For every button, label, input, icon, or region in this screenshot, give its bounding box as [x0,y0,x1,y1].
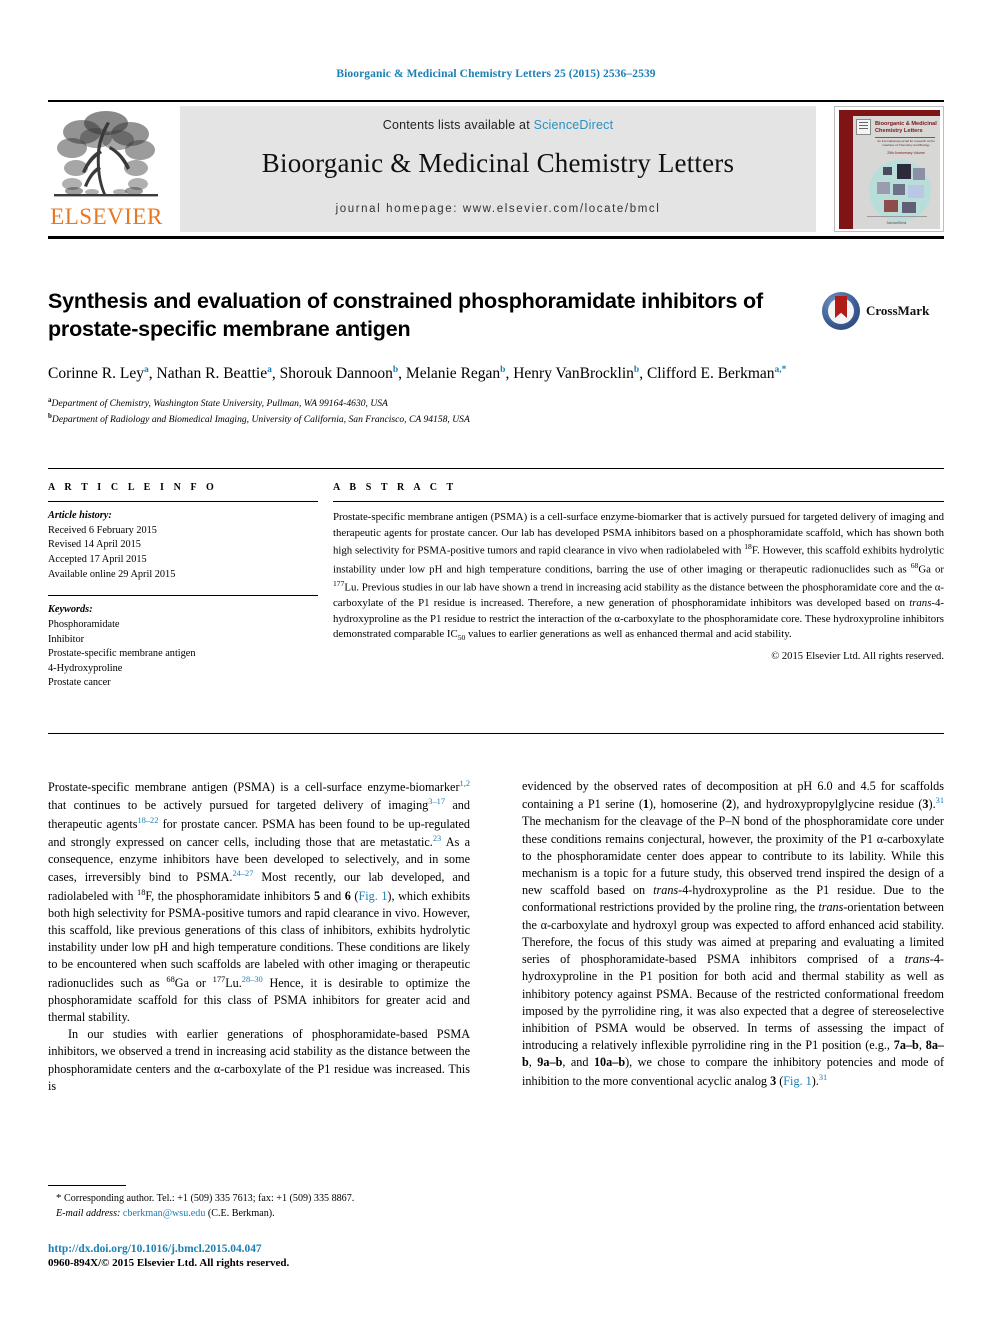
article-info-heading: A R T I C L E I N F O [48,482,218,493]
issn-copyright-line: 0960-894X/© 2015 Elsevier Ltd. All right… [48,1257,290,1269]
abstract-heading: A B S T R A C T [333,482,457,493]
journal-banner: Contents lists available at ScienceDirec… [180,106,816,232]
history-item: Available online 29 April 2015 [48,568,176,580]
keywords-divider [48,595,318,597]
history-item: Received 6 February 2015 [48,524,157,536]
keywords-label: Keywords: [48,604,93,616]
cover-graphic-circle [869,160,931,222]
abstract-rule [333,501,944,503]
masthead-bottom-rule [48,236,944,239]
cover-footer-rule [867,216,927,217]
cover-rule [875,137,935,138]
abstract-section: A B S T R A C T Prostate-specific membra… [333,469,944,662]
keyword-item: Prostate cancer [48,677,111,689]
article-info-rule [48,501,318,503]
keyword-item: 4-Hydroxyproline [48,662,123,674]
journal-article-page: Bioorganic & Medicinal Chemistry Letters… [0,0,992,1323]
journal-homepage-link[interactable]: journal homepage: www.elsevier.com/locat… [180,203,816,215]
cover-chip [908,185,924,198]
body-column-right: evidenced by the observed rates of decom… [522,779,945,1088]
cover-topbar [853,110,940,116]
article-history: Article history: Received 6 February 201… [48,509,318,582]
cover-volume-note: 25th Anniversary Volume [887,151,925,155]
page-title: Synthesis and evaluation of constrained … [48,289,763,341]
journal-title: Bioorganic & Medicinal Chemistry Letters [261,148,735,178]
crossmark-label: CrossMark [866,303,930,318]
keyword-item: Phosphoramidate [48,618,120,630]
history-item: Revised 14 April 2015 [48,539,141,551]
doi-link[interactable]: http://dx.doi.org/10.1016/j.bmcl.2015.04… [48,1243,568,1255]
crossmark-icon [822,292,860,330]
cover-subtitle: An international journal for research at… [877,139,935,148]
abstract-text: Prostate-specific membrane antigen (PSMA… [333,511,945,643]
crossmark-badge[interactable]: CrossMark [822,292,930,332]
history-item: Accepted 17 April 2015 [48,554,147,566]
author-list: Corinne R. Leya, Nathan R. Beattiea, Sho… [48,364,787,382]
elsevier-wordmark: ELSEVIER [50,204,163,229]
email-link[interactable]: cberkman@wsu.edu [123,1208,205,1219]
keyword-item: Prostate-specific membrane antigen [48,648,196,660]
footnote-line-1: * Corresponding author. Tel.: +1 (509) 3… [56,1192,355,1205]
cover-title: Bioorganic & Medicinal Chemistry Letters [875,121,937,134]
elsevier-tree-icon [52,106,160,202]
article-body: Prostate-specific membrane antigen (PSMA… [48,778,944,1208]
journal-cover-thumbnail[interactable]: Bioorganic & Medicinal Chemistry Letters… [834,106,944,232]
keyword-item: Inhibitor [48,633,85,645]
cover-chip [883,167,892,175]
body-column-left: Prostate-specific membrane antigen (PSMA… [48,779,471,1093]
email-address-label: E-mail address: [56,1207,121,1219]
affiliation-list: aDepartment of Chemistry, Washington Sta… [48,395,848,428]
cover-spine [839,110,853,229]
article-history-label: Article history: [48,510,112,522]
contents-prefix: Contents lists available at [382,118,530,132]
journal-masthead: ELSEVIER Contents lists available at Sci… [48,100,944,236]
doi-block: http://dx.doi.org/10.1016/j.bmcl.2015.04… [48,1243,568,1269]
affiliation-text: Department of Radiology and Biomedical I… [51,414,470,426]
running-head: Bioorganic & Medicinal Chemistry Letters… [336,68,656,80]
cover-footer-label: ScienceDirect [886,221,907,225]
contents-available-line: Contents lists available at ScienceDirec… [180,118,816,132]
sciencedirect-link[interactable]: ScienceDirect [534,118,614,132]
cover-inner: Bioorganic & Medicinal Chemistry Letters… [839,110,940,229]
footnote-rule [48,1185,126,1187]
footnote-line-2: E-mail address: cberkman@wsu.edu (C.E. B… [48,1207,470,1221]
corresponding-author-footnote: * Corresponding author. Tel.: +1 (509) 3… [48,1185,470,1221]
affiliation-text: Department of Chemistry, Washington Stat… [51,398,388,410]
cover-chip [902,202,916,213]
keywords-list: Keywords: Phosphoramidate Inhibitor Pros… [48,603,318,691]
cover-chip [884,200,898,212]
elsevier-logo: ELSEVIER [48,106,165,232]
article-info-section: A R T I C L E I N F O Article history: R… [48,469,318,691]
cover-society-badge-icon [856,119,871,135]
affiliation-item: bDepartment of Radiology and Biomedical … [48,411,848,428]
email-owner: (C.E. Berkman). [207,1207,275,1219]
cover-chip [893,184,905,195]
info-abstract-panel: A R T I C L E I N F O Article history: R… [48,468,944,734]
affiliation-item: aDepartment of Chemistry, Washington Sta… [48,395,848,412]
abstract-copyright: © 2015 Elsevier Ltd. All rights reserved… [771,650,944,662]
article-title-block: Synthesis and evaluation of constrained … [48,288,944,428]
cover-chip [897,164,911,179]
cover-chip [913,168,925,180]
cover-chip [877,182,890,194]
